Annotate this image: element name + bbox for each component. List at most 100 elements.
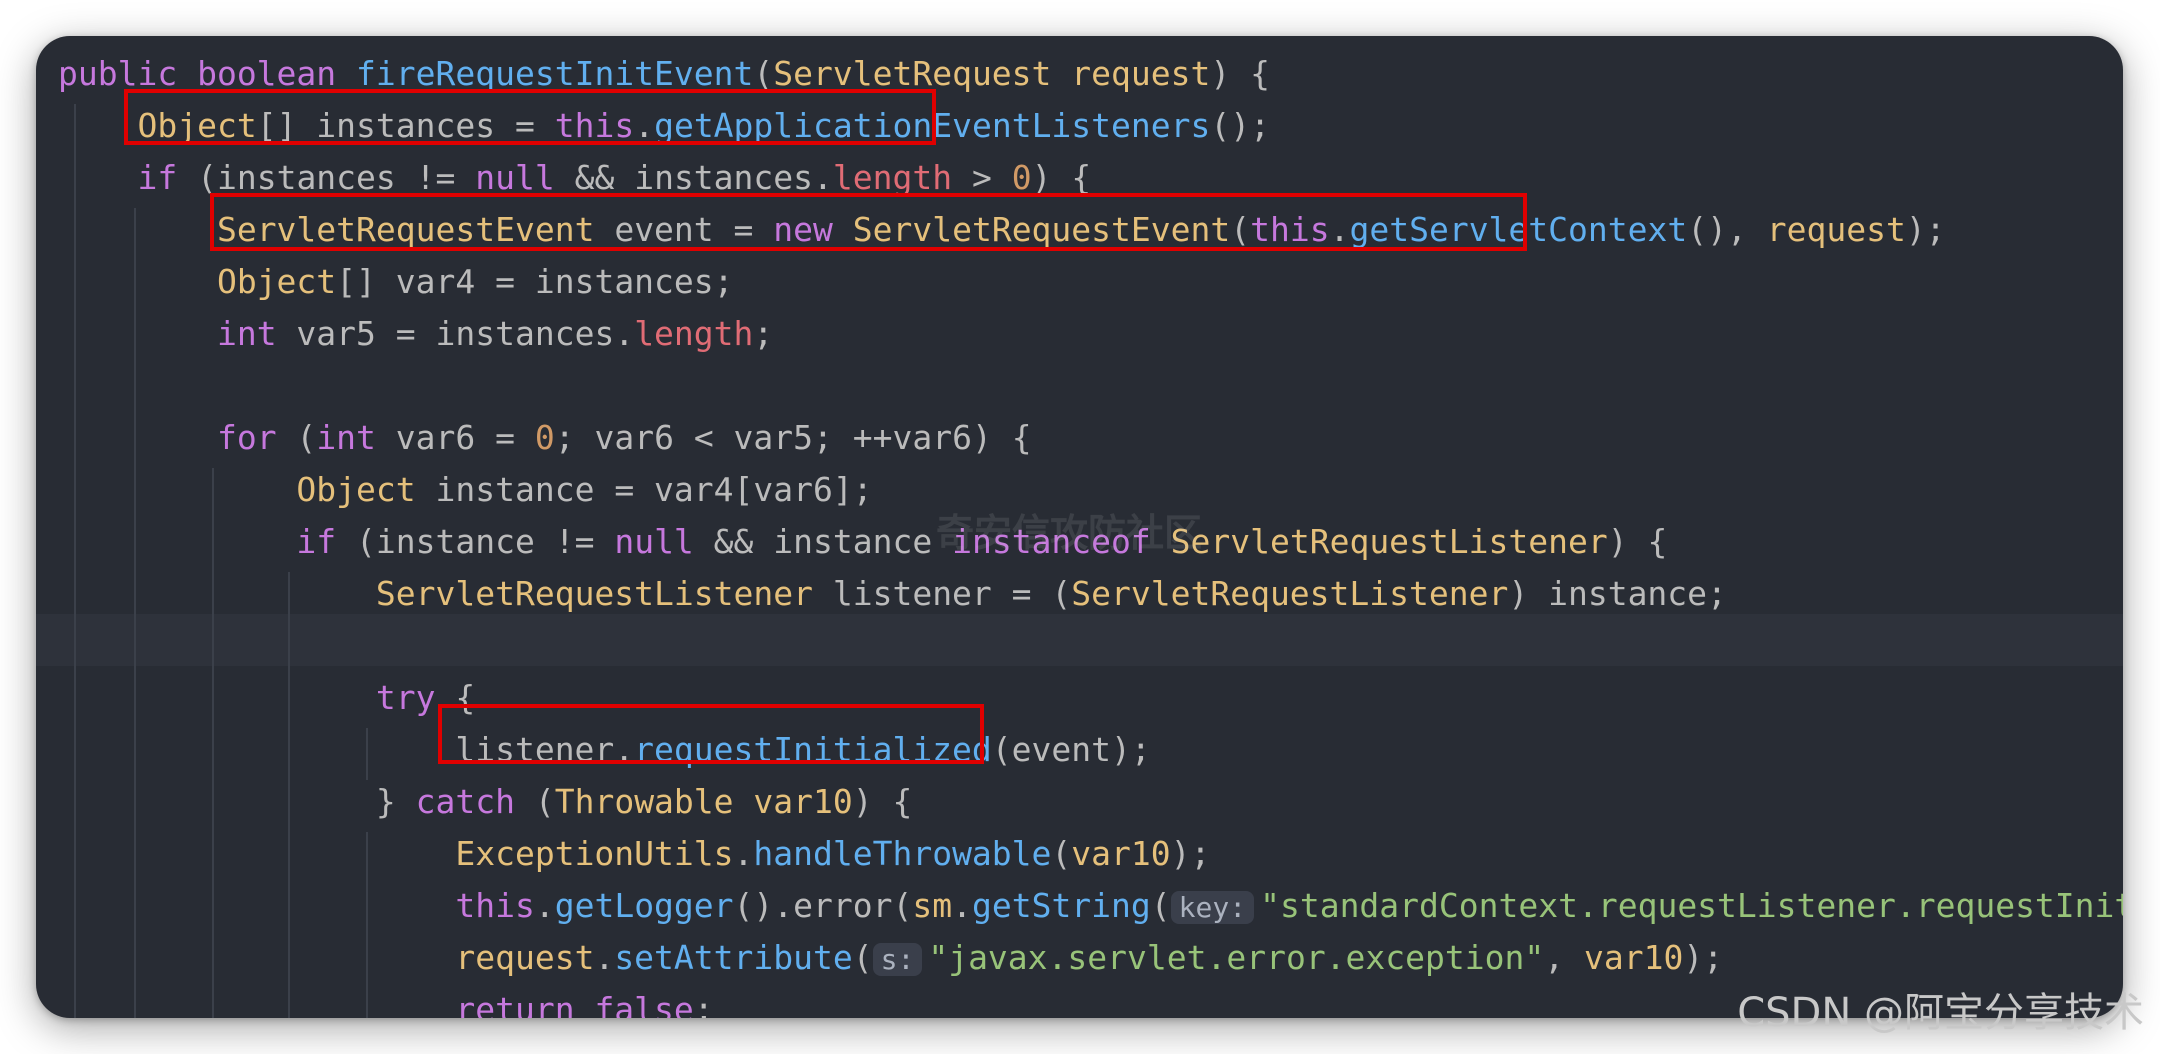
code-line[interactable]: if (instance != null && instance instanc…	[58, 516, 1667, 568]
code-token: "standardContext.requestListener.request…	[1260, 886, 2123, 925]
code-token: var6 =	[375, 418, 535, 457]
code-token: (	[1150, 886, 1171, 925]
code-token: (	[1051, 834, 1072, 873]
code-token: (	[276, 418, 317, 457]
parameter-hint: s:	[872, 943, 923, 976]
code-token: instance = var4[var6];	[415, 470, 873, 509]
code-token: null	[475, 158, 555, 197]
code-token: getLogger	[554, 886, 734, 925]
code-token: return	[455, 990, 595, 1018]
code-token: (	[514, 782, 555, 821]
code-token: var10	[1583, 938, 1684, 977]
code-line[interactable]: ServletRequestListener listener = (Servl…	[58, 568, 1727, 620]
code-token: if	[137, 158, 178, 197]
code-token: .	[733, 834, 754, 873]
code-token: "javax.servlet.error.exception"	[928, 938, 1545, 977]
highlight-box-request-initialized	[438, 704, 984, 764]
code-token: Object	[216, 262, 337, 301]
code-token: public	[58, 54, 198, 93]
code-token: handleThrowable	[753, 834, 1052, 873]
code-token: Object	[296, 470, 416, 509]
code-token: ,	[1544, 938, 1584, 977]
code-token: );	[1905, 210, 1946, 249]
code-token: null	[614, 522, 694, 561]
code-token: ) {	[1607, 522, 1668, 561]
code-line[interactable]: request.setAttribute(s: "javax.servlet.er…	[58, 932, 1723, 984]
code-token: false	[594, 990, 694, 1018]
current-line-highlight	[36, 614, 2123, 666]
code-token: [] var4 = instances;	[336, 262, 734, 301]
code-token: ) {	[852, 782, 913, 821]
code-token: && instance	[693, 522, 953, 561]
code-token: boolean	[197, 54, 357, 93]
code-token: listener = (	[812, 574, 1072, 613]
code-token: .	[534, 886, 555, 925]
code-token: 0	[1011, 158, 1032, 197]
code-token: if	[296, 522, 337, 561]
code-line[interactable]: Object instance = var4[var6];	[58, 464, 873, 516]
code-token: length	[832, 158, 953, 197]
code-token: ().error(	[733, 886, 913, 925]
code-token: int	[216, 314, 277, 353]
code-token: var10	[753, 782, 853, 821]
code-token: && instances.	[554, 158, 833, 197]
code-line[interactable]: for (int var6 = 0; var6 < var5; ++var6) …	[58, 412, 1032, 464]
code-token: (event);	[991, 730, 1151, 769]
code-token: ();	[1210, 106, 1270, 145]
code-token: var10	[1071, 834, 1171, 873]
code-token: );	[1683, 938, 1724, 977]
highlight-box-create-event	[210, 193, 1527, 251]
code-token: 0	[534, 418, 555, 457]
code-token: .	[952, 886, 972, 925]
code-token: for	[216, 418, 277, 457]
code-line[interactable]: ExceptionUtils.handleThrowable(var10);	[58, 828, 1210, 880]
code-line[interactable]: } catch (Throwable var10) {	[58, 776, 912, 828]
code-line[interactable]: Object[] var4 = instances;	[58, 256, 734, 308]
code-token: ServletRequestListener	[1170, 522, 1608, 561]
code-token: try	[375, 678, 436, 717]
code-line[interactable]: this.getLogger().error(sm.getString(key:…	[58, 880, 2123, 932]
credit-text: CSDN @阿宝分享技术	[1737, 990, 2144, 1036]
code-token: );	[1170, 834, 1211, 873]
code-token: request	[455, 938, 595, 977]
code-token: ) instance;	[1508, 574, 1727, 613]
code-token: (),	[1687, 210, 1767, 249]
code-token: length	[634, 314, 754, 353]
code-token: ServletRequestListener	[1071, 574, 1509, 613]
code-line[interactable]: int var5 = instances.length;	[58, 308, 773, 360]
code-token: ) {	[1210, 54, 1270, 93]
code-line[interactable]: try {	[58, 672, 475, 724]
code-token: }	[58, 782, 416, 821]
code-token: this	[455, 886, 535, 925]
code-token: Throwable	[554, 782, 754, 821]
code-token: request	[1071, 54, 1211, 93]
code-token: ExceptionUtils	[455, 834, 734, 873]
code-token: (	[852, 938, 873, 977]
code-token: catch	[415, 782, 515, 821]
code-token: ServletRequestListener	[375, 574, 813, 613]
code-token: ;	[753, 314, 774, 353]
code-token: int	[316, 418, 376, 457]
code-token: sm	[912, 886, 953, 925]
code-token: request	[1766, 210, 1906, 249]
code-line[interactable]: return false;	[58, 984, 713, 1018]
code-editor-window: public boolean fireRequestInitEvent ( Serv…	[36, 36, 2123, 1018]
code-token: fireRequestInitEvent	[356, 54, 754, 93]
code-token: var5 = instances.	[276, 314, 635, 353]
code-token: ; var6 < var5; ++var6) {	[554, 418, 1032, 457]
code-token: >	[952, 158, 1012, 197]
code-token: (instances !=	[177, 158, 476, 197]
code-token: setAttribute	[614, 938, 853, 977]
